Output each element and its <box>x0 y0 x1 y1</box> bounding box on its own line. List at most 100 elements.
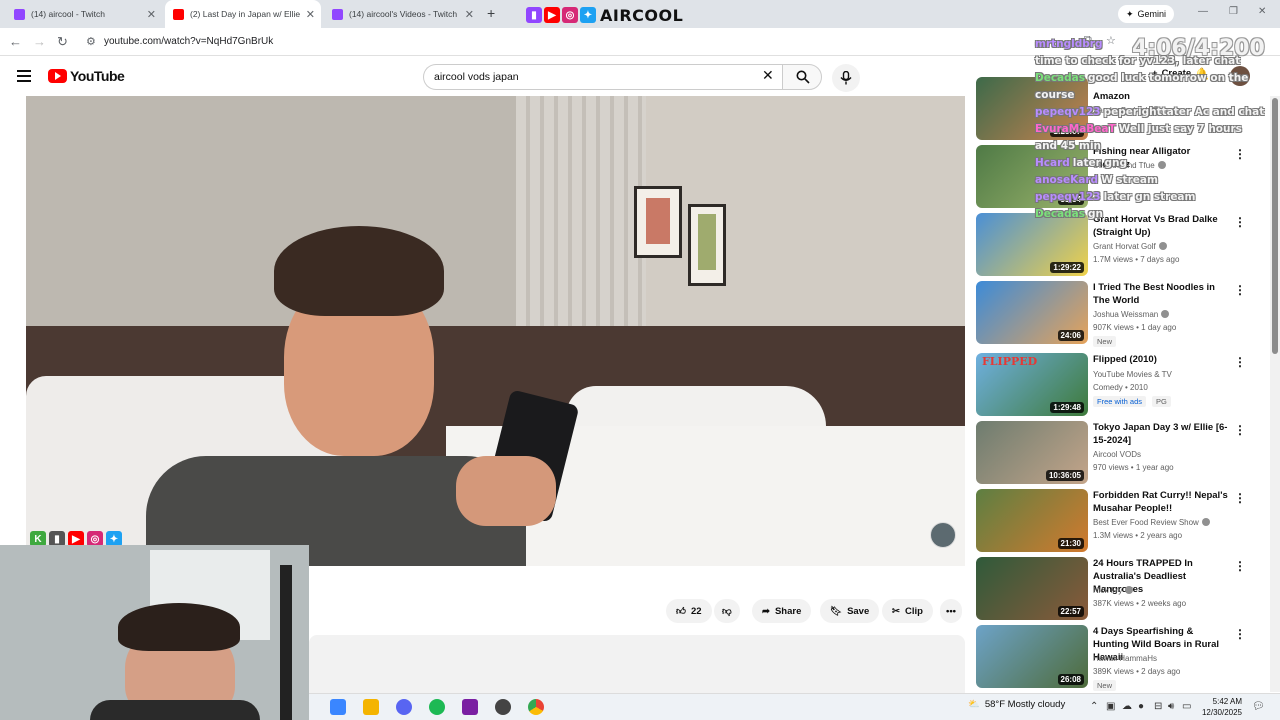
chrome-icon[interactable] <box>528 699 544 715</box>
taskbar-clock[interactable]: 5:42 AM 12/30/2025 <box>1198 696 1242 718</box>
forward-icon[interactable]: → <box>33 34 46 49</box>
new-badge: New <box>1093 680 1117 691</box>
tray-network-icon[interactable]: ⊟ <box>1154 701 1162 712</box>
duration-badge: 22:57 <box>1057 606 1084 617</box>
chat-text: good luck tomorrow on the <box>1088 72 1249 84</box>
clip-button[interactable]: ✂ Clip <box>882 599 933 623</box>
restore-icon[interactable]: ❐ <box>1229 6 1238 17</box>
video-thumbnail[interactable]: FLIPPED 1:29:48 <box>976 353 1088 416</box>
search-input[interactable]: aircool vods japan <box>423 64 789 90</box>
video-thumbnail[interactable]: 26:08 <box>976 625 1088 688</box>
site-info-icon[interactable]: ⚙ <box>86 35 96 48</box>
tab-aircool-twitch[interactable]: (14) aircool - Twitch ✕ <box>6 0 162 28</box>
chat-message: anoseKard W stream <box>1035 172 1280 189</box>
dislike-button[interactable]: 👎︎ <box>714 599 740 623</box>
thumbs-up-icon: 👍︎ <box>676 606 686 617</box>
youtube-logo[interactable]: YouTube <box>48 68 125 84</box>
video-thumbnail[interactable]: 24:06 <box>976 281 1088 344</box>
recommendation-item[interactable]: 26:08 4 Days Spearfishing & Hunting Wild… <box>976 625 1256 691</box>
like-button[interactable]: 👍︎ 22 <box>666 599 712 623</box>
video-title[interactable]: Forbidden Rat Curry!! Nepal's Musahar Pe… <box>1093 489 1228 515</box>
share-arrow-icon: ➦ <box>762 605 770 617</box>
window-close-icon[interactable]: ✕ <box>1258 6 1266 17</box>
weather-widget[interactable]: ⛅ 58°F Mostly cloudy <box>968 699 1065 710</box>
video-thumbnail[interactable]: 10:36:05 <box>976 421 1088 484</box>
close-tab-icon[interactable]: ✕ <box>306 8 315 21</box>
video-title[interactable]: Tokyo Japan Day 3 w/ Ellie [6-15-2024] <box>1093 421 1228 447</box>
obs-icon[interactable] <box>495 699 511 715</box>
twitch-icon <box>332 8 343 20</box>
video-title[interactable]: I Tried The Best Noodles in The World <box>1093 281 1228 307</box>
twitch-logo-icon: ▮ <box>526 7 542 23</box>
twitter-logo-icon: ✦ <box>580 7 596 23</box>
recommendation-item[interactable]: 22:57 24 Hours TRAPPED In Australia's De… <box>976 557 1256 621</box>
back-icon[interactable]: ← <box>9 34 22 49</box>
aircool-brand-logo: ▮ ▶ ◎ ✦ AIRCOOL <box>526 5 683 25</box>
tray-cloud-icon[interactable]: ☁ <box>1122 701 1132 712</box>
recommendation-item[interactable]: 10:36:05 Tokyo Japan Day 3 w/ Ellie [6-1… <box>976 421 1256 485</box>
save-button[interactable]: 🔖︎ Save <box>820 599 880 623</box>
gemini-button[interactable]: ✦ Gemini <box>1118 5 1175 23</box>
store-icon[interactable] <box>330 699 346 715</box>
more-actions-button[interactable]: ••• <box>940 599 962 623</box>
thumbs-down-icon: 👎︎ <box>722 606 732 617</box>
tray-battery-icon[interactable]: ▭ <box>1182 701 1191 712</box>
chat-text: time to check for yv123, later chat <box>1035 55 1241 67</box>
more-vert-icon[interactable]: ⋮ <box>1234 559 1246 573</box>
channel-watermark-avatar[interactable] <box>930 522 956 548</box>
video-meta: 1.7M views • 7 days ago <box>1093 255 1180 264</box>
tray-volume-icon[interactable]: 🔊︎ <box>1168 701 1174 712</box>
share-button[interactable]: ➦ Share <box>752 599 812 623</box>
rating-badge: PG <box>1152 396 1171 407</box>
more-vert-icon[interactable]: ⋮ <box>1234 627 1246 641</box>
notification-center-icon[interactable]: 💬︎ <box>1252 701 1265 712</box>
new-tab-button[interactable]: + <box>487 5 495 21</box>
close-tab-icon[interactable]: ✕ <box>465 8 474 21</box>
channel-name[interactable]: YouTube Movies & TV <box>1093 370 1172 379</box>
chat-message: Decadas gn <box>1035 206 1280 223</box>
tab-aircool-videos[interactable]: (14) aircool's Videos - Twitch ✕ <box>324 0 480 28</box>
minimize-icon[interactable]: — <box>1198 6 1208 17</box>
file-explorer-icon[interactable] <box>363 699 379 715</box>
more-vert-icon[interactable]: ⋮ <box>1234 423 1246 437</box>
recommendation-item[interactable]: 24:06 I Tried The Best Noodles in The Wo… <box>976 281 1256 347</box>
tab-youtube-video[interactable]: (2) Last Day in Japan w/ Ellie [6 ✕ <box>165 0 321 28</box>
spotify-icon[interactable] <box>429 699 445 715</box>
reload-icon[interactable]: ↻ <box>57 34 68 50</box>
channel-name[interactable]: Hawaii HammaHs <box>1093 654 1157 663</box>
clear-search-icon[interactable]: ✕ <box>762 67 774 84</box>
close-tab-icon[interactable]: ✕ <box>147 8 156 21</box>
url-field[interactable]: youtube.com/watch?v=NqHd7GnBrUk <box>104 36 273 47</box>
voice-search-button[interactable] <box>832 64 860 92</box>
youtube-wordmark: YouTube <box>70 68 125 84</box>
like-count: 22 <box>690 605 702 617</box>
discord-icon[interactable] <box>396 699 412 715</box>
share-label: Share <box>774 605 802 617</box>
search-button[interactable] <box>782 64 822 90</box>
video-thumbnail[interactable]: 22:57 <box>976 557 1088 620</box>
more-vert-icon[interactable]: ⋮ <box>1234 491 1246 505</box>
chat-message: course <box>1035 87 1280 104</box>
tray-app-icon[interactable]: ▣ <box>1106 701 1115 712</box>
video-title[interactable]: Flipped (2010) <box>1093 353 1228 366</box>
channel-name[interactable]: Nick Fry <box>1093 586 1134 595</box>
channel-name[interactable]: Best Ever Food Review Show <box>1093 518 1210 527</box>
channel-name[interactable]: Joshua Weissman <box>1093 310 1170 319</box>
recommendation-item[interactable]: FLIPPED 1:29:48 Flipped (2010) YouTube M… <box>976 353 1256 417</box>
description-box[interactable] <box>309 635 965 693</box>
video-meta: 970 views • 1 year ago <box>1093 463 1174 472</box>
video-player[interactable] <box>26 96 965 566</box>
hamburger-menu-icon[interactable] <box>17 70 31 82</box>
tray-chevron-icon[interactable]: ⌃ <box>1090 701 1098 712</box>
more-vert-icon[interactable]: ⋮ <box>1234 355 1246 369</box>
video-thumbnail[interactable]: 21:30 <box>976 489 1088 552</box>
channel-name[interactable]: Grant Horvat Golf <box>1093 242 1167 251</box>
chat-username: anoseKard <box>1035 174 1099 186</box>
more-vert-icon[interactable]: ⋮ <box>1234 283 1246 297</box>
chat-username: mrtngldbrg <box>1035 38 1103 50</box>
tray-mic-icon[interactable]: ● <box>1138 701 1144 712</box>
channel-name[interactable]: Aircool VODs <box>1093 450 1141 459</box>
recommendation-item[interactable]: 21:30 Forbidden Rat Curry!! Nepal's Musa… <box>976 489 1256 553</box>
chat-username: Decadas <box>1035 72 1085 84</box>
app-next-icon[interactable] <box>462 699 478 715</box>
